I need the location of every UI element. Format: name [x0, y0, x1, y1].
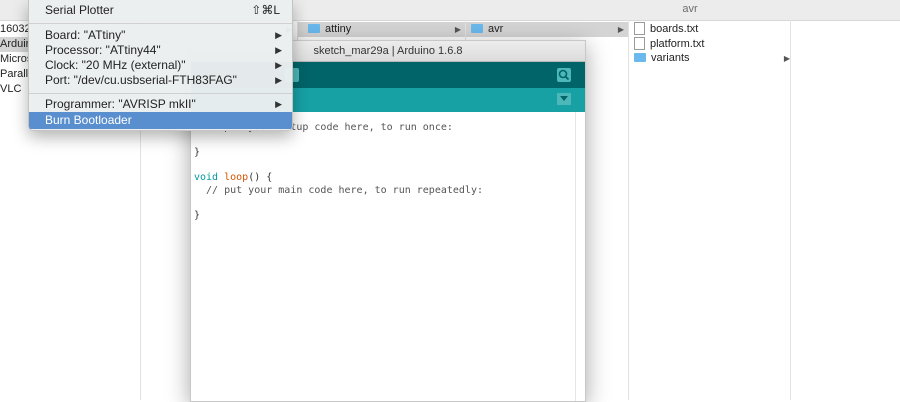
code-editor[interactable]: // put your setup code here, to run once…	[191, 112, 585, 401]
menu-item-label: Serial Plotter	[45, 3, 114, 17]
editor-scrollbar[interactable]	[575, 112, 585, 401]
menu-separator	[29, 23, 292, 24]
finder-item-label: attiny	[325, 23, 352, 35]
magnifier-icon	[558, 69, 570, 81]
menu-shortcut: ⇧⌘L	[251, 3, 280, 17]
finder-item-attiny[interactable]: attiny ▶	[298, 22, 465, 37]
finder-item[interactable]: Paralle	[0, 67, 28, 82]
code-keyword: void	[194, 172, 219, 184]
finder-item-label: avr	[488, 23, 504, 35]
finder-item-label: variants	[651, 52, 690, 64]
finder-column-1: 16032 Arduin Micros Paralle VLC	[0, 22, 28, 97]
file-icon	[634, 21, 645, 35]
column-divider	[790, 20, 791, 400]
menu-item-label: Port: "/dev/cu.usbserial-FTH83FAG"	[45, 73, 237, 87]
menu-item-serial-plotter[interactable]: Serial Plotter ⇧⌘L	[29, 2, 292, 19]
code-line: // put your main code here, to run repea…	[194, 184, 483, 196]
tools-menu: Serial Plotter ⇧⌘L Board: "ATtiny" ▶ Pro…	[28, 0, 293, 131]
code-line: }	[194, 147, 201, 159]
submenu-arrow-icon: ▶	[275, 99, 282, 109]
tab-menu-button[interactable]	[557, 93, 571, 105]
finder-item-label: platform.txt	[650, 38, 705, 50]
folder-icon	[308, 23, 320, 33]
code-text: // put your setup code here, to run once…	[194, 122, 483, 223]
menu-item-burn-bootloader[interactable]: Burn Bootloader	[29, 112, 292, 129]
finder-item-platform[interactable]: platform.txt	[634, 36, 784, 52]
finder-item-avr[interactable]: avr ▶	[466, 22, 628, 37]
code-line: () {	[248, 172, 273, 184]
folder-icon	[471, 23, 483, 33]
menu-item-port[interactable]: Port: "/dev/cu.usbserial-FTH83FAG" ▶	[29, 72, 292, 89]
column-title: avr	[682, 3, 698, 15]
serial-monitor-icon[interactable]	[557, 68, 571, 82]
code-line: }	[194, 210, 201, 222]
finder-item-boards[interactable]: boards.txt	[634, 21, 784, 37]
finder-item-variants[interactable]: variants ▶	[634, 51, 790, 66]
menu-separator	[29, 93, 292, 94]
finder-item-label: boards.txt	[650, 23, 699, 35]
menu-item-label: Burn Bootloader	[45, 113, 132, 127]
file-icon	[634, 36, 645, 50]
finder-item[interactable]: Arduin	[0, 37, 28, 52]
folder-icon	[634, 52, 646, 62]
chevron-right-icon: ▶	[783, 54, 790, 63]
menu-item-label: Programmer: "AVRISP mkII"	[45, 97, 196, 111]
column-divider	[628, 20, 629, 400]
chevron-right-icon: ▶	[617, 25, 624, 34]
code-function: loop	[224, 172, 249, 184]
finder-item[interactable]: Micros	[0, 52, 28, 67]
chevron-right-icon: ▶	[454, 25, 461, 34]
finder-item[interactable]: 16032	[0, 22, 28, 37]
submenu-arrow-icon: ▶	[275, 75, 282, 85]
finder-item[interactable]: VLC	[0, 82, 28, 97]
menu-item-programmer[interactable]: Programmer: "AVRISP mkII" ▶	[29, 96, 292, 113]
